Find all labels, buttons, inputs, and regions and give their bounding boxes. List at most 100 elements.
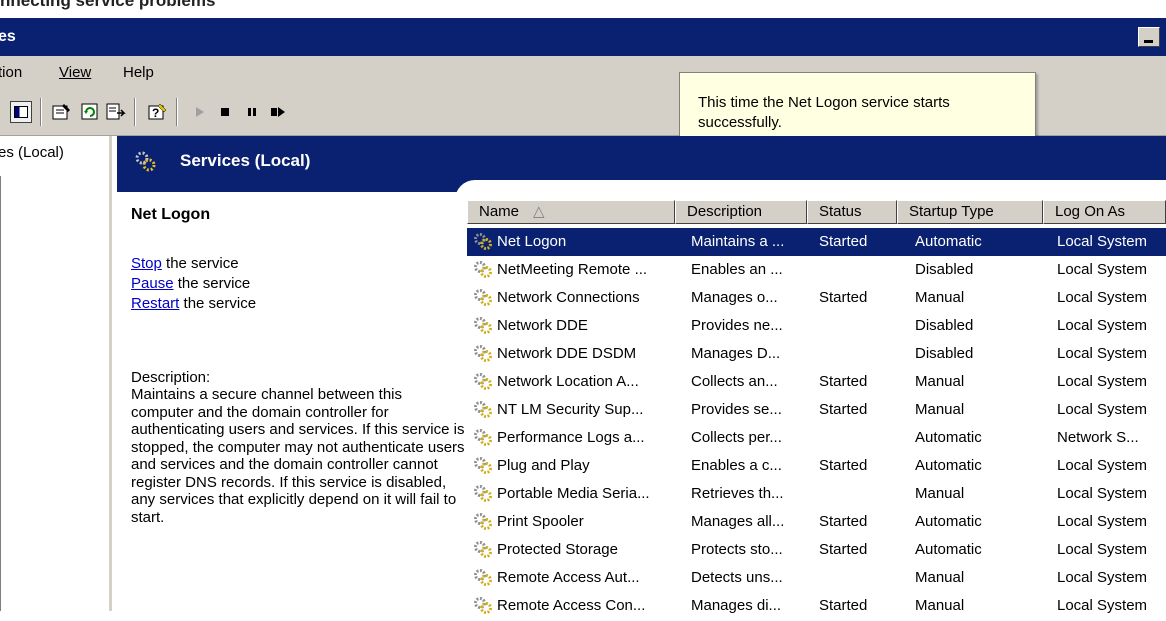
cell-startup-type: Manual <box>915 289 965 306</box>
stop-link[interactable]: Stop <box>131 255 162 272</box>
menu-view[interactable]: View <box>59 64 91 81</box>
tree-pane-edge <box>0 176 5 611</box>
export-list-icon[interactable] <box>104 100 128 124</box>
table-row[interactable]: Remote Access Con... Manages di... Started… <box>467 592 1166 620</box>
help-icon[interactable]: ? <box>146 100 170 124</box>
action-pause: Pause the service <box>131 274 466 294</box>
cell-log-on-as: Local System <box>1057 485 1148 502</box>
cell-description: Enables an ... <box>691 261 783 278</box>
pause-service-icon[interactable] <box>240 100 264 124</box>
start-service-icon <box>188 100 212 124</box>
cell-log-on-as: Local System <box>1057 289 1148 306</box>
column-header-log-on-as[interactable]: Log On As <box>1043 200 1166 224</box>
show-hide-tree-icon[interactable] <box>10 101 32 123</box>
cell-description: Manages o... <box>691 289 778 306</box>
cell-log-on-as: Network S... <box>1057 429 1139 446</box>
table-row[interactable]: Network Location A... Collects an... Start… <box>467 368 1166 396</box>
cell-status: Started <box>819 541 868 558</box>
table-row[interactable]: Print Spooler Manages all... Started Automa… <box>467 508 1166 536</box>
column-header-status[interactable]: Status <box>807 200 897 224</box>
table-row[interactable]: NT LM Security Sup... Provides se... Start… <box>467 396 1166 424</box>
cell-log-on-as: Local System <box>1057 261 1148 278</box>
service-gear-icon <box>473 371 493 391</box>
cell-log-on-as: Local System <box>1057 457 1148 474</box>
cell-status: Started <box>819 233 868 250</box>
cell-description: Collects an... <box>691 373 778 390</box>
cell-startup-type: Manual <box>915 401 965 418</box>
cell-name: Print Spooler <box>497 513 584 530</box>
cell-status: Started <box>819 289 868 306</box>
table-row[interactable]: Network Connections Manages o... Started Ma… <box>467 284 1166 312</box>
cell-startup-type: Disabled <box>915 317 974 334</box>
cell-status: Started <box>819 513 868 530</box>
service-gear-icon <box>473 567 493 587</box>
cell-name: NT LM Security Sup... <box>497 401 644 418</box>
service-gear-icon <box>473 427 493 447</box>
cell-log-on-as: Local System <box>1057 513 1148 530</box>
services-gear-icon <box>134 150 156 177</box>
table-row[interactable]: NetMeeting Remote ... Enables an ... Disab… <box>467 256 1166 284</box>
table-row[interactable]: Net Logon Maintains a ... Started Automatic… <box>467 228 1166 256</box>
table-row[interactable]: Remote Access Aut... Detects uns... Manual… <box>467 564 1166 592</box>
service-gear-icon <box>473 259 493 279</box>
tooltip-text: This time the Net Logon service starts s… <box>698 94 950 131</box>
cell-name: Network Connections <box>497 289 640 306</box>
column-header-startup-type[interactable]: Startup Type <box>897 200 1043 224</box>
restart-link[interactable]: Restart <box>131 295 179 312</box>
cell-log-on-as: Local System <box>1057 569 1148 586</box>
action-text: the service <box>161 255 239 272</box>
cell-description: Manages all... <box>691 513 785 530</box>
window-title: es <box>0 28 16 45</box>
cell-startup-type: Manual <box>915 569 965 586</box>
table-row[interactable]: Portable Media Seria... Retrieves th... Ma… <box>467 480 1166 508</box>
service-gear-icon <box>473 483 493 503</box>
cell-description: Maintains a ... <box>691 233 785 250</box>
cell-startup-type: Manual <box>915 597 965 614</box>
pause-link[interactable]: Pause <box>131 275 174 292</box>
minimize-button[interactable] <box>1138 27 1160 47</box>
cell-startup-type: Disabled <box>915 345 974 362</box>
column-header-name[interactable]: Name △ <box>467 200 675 224</box>
description-label: Description: <box>131 369 211 386</box>
table-row[interactable]: Network DDE DSDM Manages D... Disabled Loca… <box>467 340 1166 368</box>
cell-description: Detects uns... <box>691 569 783 586</box>
cell-description: Manages D... <box>691 345 781 362</box>
sort-ascending-icon: △ <box>533 203 545 220</box>
cell-startup-type: Automatic <box>915 541 982 558</box>
column-header-description[interactable]: Description <box>675 200 807 224</box>
cell-status: Started <box>819 597 868 614</box>
service-gear-icon <box>473 455 493 475</box>
refresh-icon[interactable] <box>78 100 102 124</box>
action-text: the service <box>173 275 251 292</box>
selected-service-name: Net Logon <box>131 206 211 223</box>
table-row[interactable]: Plug and Play Enables a c... Started Automa… <box>467 452 1166 480</box>
cell-name: Network DDE DSDM <box>497 345 637 362</box>
service-gear-icon <box>473 343 493 363</box>
table-row[interactable]: Performance Logs a... Collects per... Auto… <box>467 424 1166 452</box>
menu-help[interactable]: Help <box>123 64 154 81</box>
cell-description: Collects per... <box>691 429 782 446</box>
svg-text:?: ? <box>152 106 159 120</box>
cell-startup-type: Automatic <box>915 513 982 530</box>
menu-action[interactable]: tion <box>0 64 22 81</box>
action-text: the service <box>179 295 257 312</box>
stop-service-icon[interactable] <box>213 100 237 124</box>
cell-log-on-as: Local System <box>1057 345 1148 362</box>
service-gear-icon <box>473 539 493 559</box>
cell-name: Remote Access Con... <box>497 597 646 614</box>
cell-name: Network Location A... <box>497 373 639 390</box>
window-title-bar[interactable]: es <box>0 18 1166 56</box>
table-row[interactable]: Protected Storage Protects sto... Started A… <box>467 536 1166 564</box>
toolbar-separator <box>176 98 178 126</box>
cell-startup-type: Automatic <box>915 429 982 446</box>
services-header-title: Services (Local) <box>180 151 311 170</box>
properties-icon[interactable] <box>50 100 74 124</box>
restart-service-icon[interactable] <box>266 100 290 124</box>
cell-name: Remote Access Aut... <box>497 569 640 586</box>
cell-startup-type: Disabled <box>915 261 974 278</box>
cell-startup-type: Manual <box>915 373 965 390</box>
tree-item-services-local[interactable]: es (Local) <box>0 144 64 161</box>
service-gear-icon <box>473 315 493 335</box>
table-header: Name △ Description Status Startup Type Lo… <box>467 200 1166 224</box>
table-row[interactable]: Network DDE Provides ne... Disabled Local S… <box>467 312 1166 340</box>
